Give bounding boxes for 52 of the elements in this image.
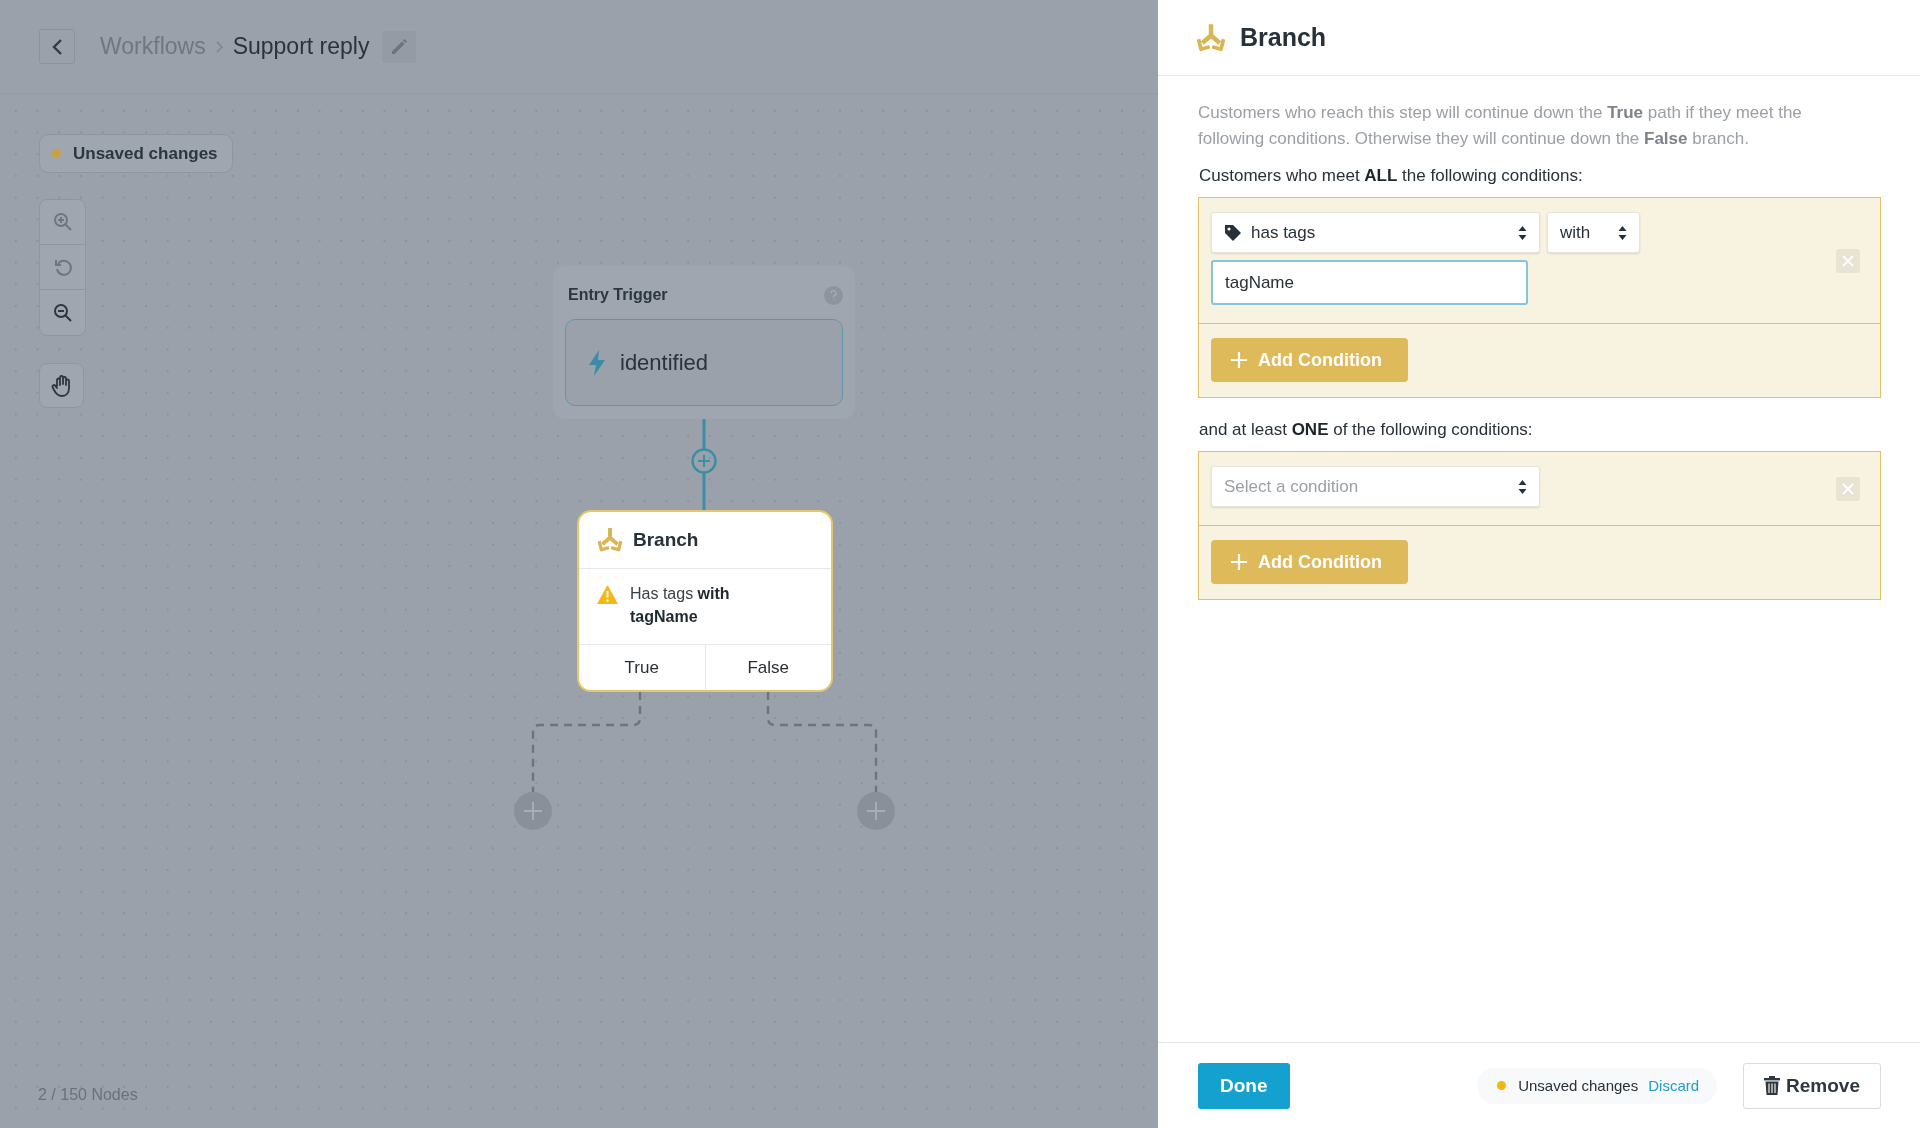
workflow-title: Support reply bbox=[232, 33, 370, 60]
branch-icon bbox=[597, 527, 623, 553]
condition-select[interactable]: has tags bbox=[1211, 212, 1540, 253]
zoom-in-icon bbox=[52, 212, 73, 232]
edit-button[interactable] bbox=[382, 30, 417, 63]
status-text: Unsaved changes bbox=[73, 143, 218, 164]
branch-output[interactable]: False bbox=[704, 645, 831, 690]
status-text: Unsaved changes bbox=[1518, 1077, 1639, 1094]
group-heading: Customers who meet ALL the following conditions: bbox=[1199, 166, 1584, 186]
remove-condition-button[interactable] bbox=[1836, 248, 1860, 273]
plus-icon bbox=[1231, 352, 1247, 368]
node-title: Branch bbox=[633, 529, 699, 551]
panel-title: Branch bbox=[1240, 23, 1327, 52]
branch-icon bbox=[1196, 22, 1226, 53]
condition-summary: Has tags with tagName bbox=[630, 584, 731, 627]
trash-icon bbox=[1764, 1076, 1781, 1095]
branch-node[interactable]: Branch Has tags with tagName True False bbox=[577, 510, 833, 692]
add-step-button[interactable] bbox=[514, 792, 552, 830]
chevron-right-icon bbox=[215, 40, 223, 53]
condition-select[interactable]: Select a condition bbox=[1211, 466, 1540, 507]
add-step-button[interactable] bbox=[857, 792, 895, 830]
select-arrows-icon bbox=[1618, 224, 1627, 241]
operator-select[interactable]: with bbox=[1547, 212, 1640, 253]
card-title: Entry Trigger bbox=[568, 286, 668, 305]
event-name: identified bbox=[620, 349, 709, 376]
plus-icon bbox=[1231, 554, 1247, 570]
select-arrows-icon bbox=[1518, 478, 1527, 495]
select-arrows-icon bbox=[1518, 224, 1527, 241]
branch-output[interactable]: True bbox=[579, 645, 705, 690]
add-step-button[interactable] bbox=[691, 448, 717, 474]
close-icon bbox=[1842, 482, 1854, 495]
status-dot bbox=[52, 149, 61, 158]
tag-icon bbox=[1224, 223, 1242, 242]
reset-icon bbox=[52, 257, 73, 277]
hand-icon bbox=[50, 373, 73, 398]
pan-tool-button[interactable] bbox=[39, 363, 84, 408]
remove-button[interactable]: Remove bbox=[1743, 1062, 1881, 1109]
back-button[interactable] bbox=[39, 29, 75, 64]
done-button[interactable]: Done bbox=[1198, 1062, 1290, 1109]
chevron-left-icon bbox=[51, 37, 63, 56]
group-heading: and at least ONE of the following conditions: bbox=[1199, 420, 1534, 440]
status-dot bbox=[1497, 1081, 1507, 1090]
description-text: Customers who reach this step will continue down the True path if they meet the following conditions. Otherwise they will continue down the False branch. bbox=[1198, 102, 1803, 150]
trigger-event[interactable]: identified bbox=[565, 319, 843, 406]
pencil-icon bbox=[390, 37, 409, 56]
close-icon bbox=[1842, 254, 1854, 267]
remove-condition-button[interactable] bbox=[1836, 476, 1860, 501]
zoom-out-icon bbox=[52, 302, 73, 323]
tag-input[interactable]: tagName bbox=[1211, 260, 1528, 305]
lightning-icon bbox=[588, 349, 606, 376]
discard-link[interactable]: Discard bbox=[1648, 1077, 1700, 1094]
entry-trigger-card[interactable]: Entry Trigger identified bbox=[553, 266, 855, 419]
